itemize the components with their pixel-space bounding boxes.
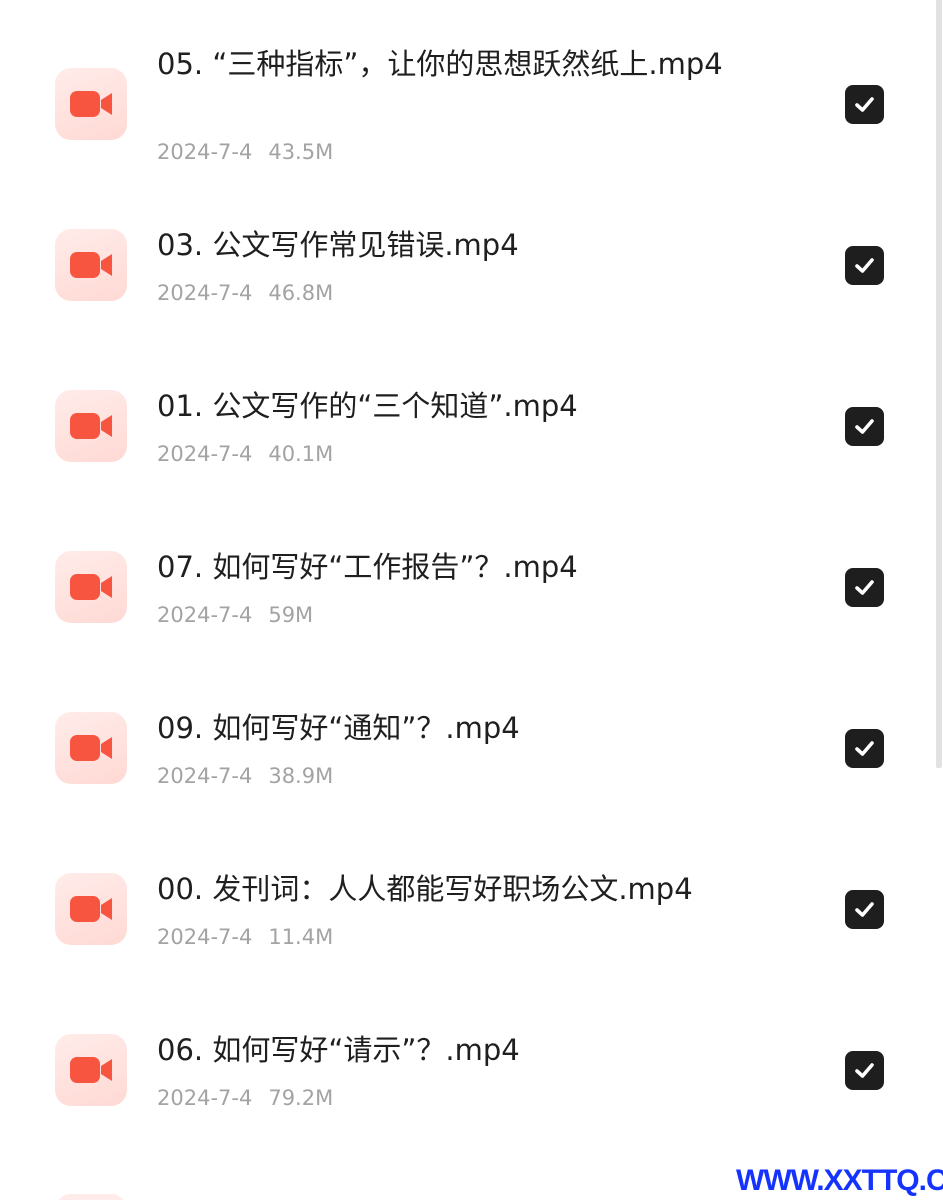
file-row[interactable]: 01. 公文写作的“三个知道”.mp4 2024-7-4 40.1M [0,326,930,476]
file-date: 2024-7-4 [157,442,253,466]
file-meta: 2024-7-4 11.4M [157,923,333,951]
check-icon [855,97,874,112]
file-name: 07. 如何写好“工作报告”？.mp4 [157,550,578,584]
file-checkbox[interactable] [845,729,884,768]
check-icon [855,580,874,595]
video-file-icon [55,229,127,301]
file-size: 79.2M [268,1086,334,1110]
video-file-icon [55,1034,127,1106]
check-icon [855,419,874,434]
file-row[interactable]: 00. 发刊词：人人都能写好职场公文.mp4 2024-7-4 11.4M [0,809,930,959]
file-name: 00. 发刊词：人人都能写好职场公文.mp4 [157,872,693,906]
check-icon [855,258,874,273]
scrollbar-thumb[interactable] [936,0,942,768]
video-file-icon [55,1194,127,1200]
file-date: 2024-7-4 [157,764,253,788]
watermark: WWW.XXTTQ.COM [736,1161,943,1200]
file-checkbox[interactable] [845,246,884,285]
file-meta: 2024-7-4 40.1M [157,440,333,468]
file-checkbox[interactable] [845,1051,884,1090]
file-row[interactable]: 07. 如何写好“工作报告”？.mp4 2024-7-4 59M [0,487,930,637]
file-date: 2024-7-4 [157,1086,253,1110]
video-file-icon [55,873,127,945]
video-camera-icon [70,252,112,278]
file-row[interactable]: 03. 公文写作常见错误.mp4 2024-7-4 46.8M [0,165,930,315]
video-file-icon [55,712,127,784]
video-file-icon [55,390,127,462]
file-date: 2024-7-4 [157,925,253,949]
file-size: 43.5M [268,140,334,164]
file-meta: 2024-7-4 46.8M [157,279,333,307]
check-icon [855,741,874,756]
video-camera-icon [70,574,112,600]
video-file-icon [55,551,127,623]
file-size: 40.1M [268,442,334,466]
file-size: 38.9M [268,764,334,788]
file-date: 2024-7-4 [157,603,253,627]
video-camera-icon [70,413,112,439]
file-meta: 2024-7-4 79.2M [157,1084,333,1112]
file-row[interactable]: 09. 如何写好“通知”？.mp4 2024-7-4 38.9M [0,648,930,798]
file-list: 05. “三种指标”，让你的思想跃然纸上.mp4 2024-7-4 43.5M 0… [0,0,943,1200]
file-name: 03. 公文写作常见错误.mp4 [157,228,519,262]
video-camera-icon [70,896,112,922]
file-date: 2024-7-4 [157,140,253,164]
file-size: 11.4M [268,925,334,949]
file-checkbox[interactable] [845,568,884,607]
file-name: 09. 如何写好“通知”？.mp4 [157,711,520,745]
file-checkbox[interactable] [845,407,884,446]
file-size: 59M [268,603,314,627]
video-camera-icon [70,91,112,117]
file-row[interactable]: 06. 如何写好“请示”？.mp4 2024-7-4 79.2M [0,970,930,1120]
file-checkbox[interactable] [845,85,884,124]
video-camera-icon [70,735,112,761]
check-icon [855,902,874,917]
file-size: 46.8M [268,281,334,305]
file-meta: 2024-7-4 43.5M [157,138,333,166]
file-meta: 2024-7-4 59M [157,601,313,629]
file-checkbox[interactable] [845,890,884,929]
check-icon [855,1063,874,1078]
video-file-icon [55,68,127,140]
file-name: 05. “三种指标”，让你的思想跃然纸上.mp4 [157,47,723,81]
file-row[interactable]: 05. “三种指标”，让你的思想跃然纸上.mp4 2024-7-4 43.5M [0,0,930,164]
video-camera-icon [70,1057,112,1083]
file-name: 06. 如何写好“请示”？.mp4 [157,1033,520,1067]
file-name: 01. 公文写作的“三个知道”.mp4 [157,389,578,423]
file-meta: 2024-7-4 38.9M [157,762,333,790]
file-date: 2024-7-4 [157,281,253,305]
